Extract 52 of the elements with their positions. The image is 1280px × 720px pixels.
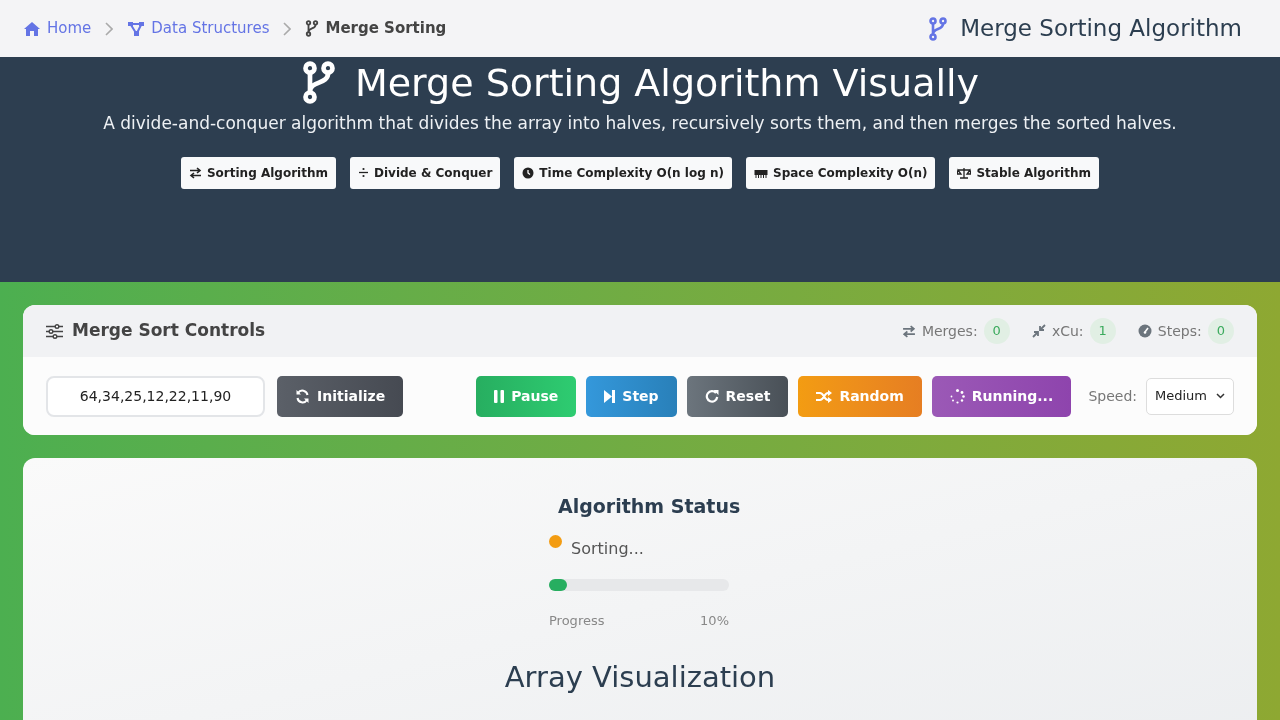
swap-arrows-icon [188,166,202,179]
progress-label: Progress [549,611,605,630]
control-button[interactable]: Running... [931,375,1072,417]
feature-tag: Space Complexity O(n) [746,156,936,189]
stat-label: Steps: [1157,321,1202,341]
branch-icon [928,16,949,41]
home-icon [23,20,41,37]
control-button[interactable]: Reset [686,375,789,417]
feature-tag: Divide & Conquer [350,156,501,189]
redo-icon [704,389,719,403]
spinner-icon [949,388,965,404]
chevron-right-icon [283,21,292,36]
breadcrumb-link[interactable]: Data Structures [127,17,270,40]
memory-icon [754,167,768,178]
divide-icon [358,167,369,178]
pause-icon [494,389,505,403]
step-forward-icon [604,389,616,403]
hero-subtitle: A divide-and-conquer algorithm that divides the array into halves, recursively sorts them, and then merges the sorted halves. [103,112,1177,135]
branch-icon [305,20,320,37]
feature-tag: Time Complexity O(n log n) [514,156,732,189]
speed-dropdown[interactable]: Medium [1146,377,1234,415]
stat-label: xCu: [1051,321,1084,341]
shuffle-icon [816,389,833,403]
speed-label: Speed: [1088,386,1137,406]
stat-value: 0 [983,318,1010,344]
feature-tag: Sorting Algorithm [180,156,336,189]
status-text: Sorting... [571,537,644,560]
control-button[interactable]: Step [586,375,677,417]
breadcrumb-link[interactable]: Merge Sorting [305,17,447,40]
stat-value: 0 [1207,318,1234,344]
chevron-right-icon [105,21,114,36]
scale-icon [957,166,972,179]
feature-tag: Stable Algorithm [949,156,1099,189]
clock-icon [522,166,535,179]
swap-arrows-icon [901,324,916,338]
page-title: Merge Sorting Algorithm [960,14,1242,44]
breadcrumb-link[interactable]: Home [23,17,92,40]
branch-icon [300,61,337,105]
array-input[interactable]: 64,34,25,12,22,11,90 [46,375,265,417]
compress-arrows-icon [1031,324,1046,338]
refresh-icon [295,388,310,404]
stat-label: Merges: [921,321,978,341]
controls-title: Merge Sort Controls [72,319,266,343]
chevron-down-icon [1216,393,1225,399]
progress-value: 10% [700,611,729,630]
hero-title: Merge Sorting Algorithm Visually [354,60,980,107]
sliders-icon [46,323,63,339]
initialize-button[interactable]: Initialize [277,375,404,417]
status-title: Algorithm Status [558,494,741,519]
gauge-icon [1137,324,1152,338]
visualization-title: Array Visualization [504,659,776,696]
stat-value: 1 [1089,318,1116,344]
